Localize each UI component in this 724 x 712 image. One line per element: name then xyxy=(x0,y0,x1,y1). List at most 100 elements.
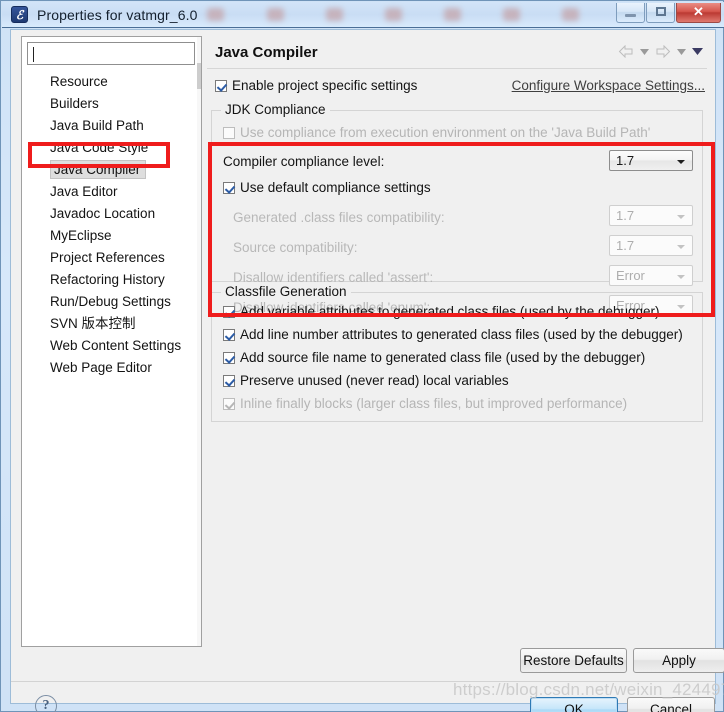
sidebar-item-web-content-settings[interactable]: Web Content Settings xyxy=(22,335,201,357)
back-dropdown-icon[interactable] xyxy=(640,48,649,55)
sidebar-item-run-debug-settings[interactable]: Run/Debug Settings xyxy=(22,291,201,313)
inline-finally-blocks-label: Inline finally blocks (larger class file… xyxy=(240,396,628,411)
sidebar-item-javadoc-location[interactable]: Javadoc Location xyxy=(22,203,201,225)
screenshot-root: ℰ Properties for vatmgr_6.0 ✕ Resource B… xyxy=(0,0,724,712)
sidebar-item-resource[interactable]: Resource xyxy=(22,71,201,93)
add-line-number-attributes-row[interactable]: Add line number attributes to generated … xyxy=(223,327,683,342)
sidebar-item-label: SVN 版本控制 xyxy=(50,316,136,331)
sidebar-item-svn[interactable]: SVN 版本控制 xyxy=(22,313,201,335)
filter-input[interactable] xyxy=(27,42,195,65)
preserve-unused-locals-label: Preserve unused (never read) local varia… xyxy=(240,373,509,388)
sidebar-item-label: Resource xyxy=(50,74,108,89)
add-line-number-attributes-checkbox[interactable] xyxy=(223,328,235,341)
use-execution-environment-label: Use compliance from execution environmen… xyxy=(240,125,651,140)
sidebar-item-label: Javadoc Location xyxy=(50,206,156,221)
inline-finally-blocks-checkbox xyxy=(223,397,235,410)
sidebar-item-label: Java Build Path xyxy=(50,118,144,133)
sidebar-item-label: Web Page Editor xyxy=(50,360,152,375)
sidebar-item-label: Project References xyxy=(50,250,165,265)
forward-dropdown-icon[interactable] xyxy=(677,48,686,55)
sidebar-item-label: Java Editor xyxy=(50,184,118,199)
disallow-assert-label: Disallow identifiers called 'assert': xyxy=(233,270,434,285)
add-source-file-name-row[interactable]: Add source file name to generated class … xyxy=(223,350,645,365)
source-compatibility-combo: 1.7 xyxy=(609,235,693,256)
cancel-button[interactable]: Cancel xyxy=(627,697,715,712)
compiler-compliance-level-value: 1.7 xyxy=(616,153,635,168)
window-frame: ℰ Properties for vatmgr_6.0 ✕ Resource B… xyxy=(0,0,724,712)
settings-tree-panel: Resource Builders Java Build Path Java C… xyxy=(21,36,202,647)
chevron-down-icon xyxy=(677,215,685,219)
add-variable-attributes-label: Add variable attributes to generated cla… xyxy=(240,304,660,319)
generated-class-compatibility-label: Generated .class files compatibility: xyxy=(233,210,445,225)
window-title: Properties for vatmgr_6.0 xyxy=(37,6,198,23)
enable-project-specific-settings-row[interactable]: Enable project specific settings xyxy=(215,78,417,93)
compiler-compliance-level-combo[interactable]: 1.7 xyxy=(609,150,693,171)
enable-project-specific-label: Enable project specific settings xyxy=(232,78,418,93)
bottom-divider xyxy=(11,681,715,682)
add-variable-attributes-row[interactable]: Add variable attributes to generated cla… xyxy=(223,304,660,319)
sidebar-item-builders[interactable]: Builders xyxy=(22,93,201,115)
generated-class-compatibility-value: 1.7 xyxy=(616,208,635,223)
add-line-number-attributes-label: Add line number attributes to generated … xyxy=(240,327,683,342)
close-button[interactable]: ✕ xyxy=(676,3,721,23)
add-variable-attributes-checkbox[interactable] xyxy=(223,305,235,318)
sidebar-item-java-editor[interactable]: Java Editor xyxy=(22,181,201,203)
page-header-divider xyxy=(207,68,707,69)
dialog-body: Resource Builders Java Build Path Java C… xyxy=(10,29,724,712)
sidebar-item-label: Run/Debug Settings xyxy=(50,294,171,309)
add-source-file-name-checkbox[interactable] xyxy=(223,351,235,364)
compiler-compliance-level-label: Compiler compliance level: xyxy=(223,154,385,169)
sidebar-item-label: Builders xyxy=(50,96,99,111)
forward-arrow-icon[interactable] xyxy=(655,45,671,58)
maximize-button[interactable] xyxy=(646,3,675,23)
restore-defaults-button[interactable]: Restore Defaults xyxy=(520,648,627,673)
sidebar-item-refactoring-history[interactable]: Refactoring History xyxy=(22,269,201,291)
ok-button[interactable]: OK xyxy=(530,697,618,712)
view-menu-chevron-icon[interactable] xyxy=(692,48,703,55)
settings-page: Java Compiler Enable project specific se… xyxy=(207,36,707,647)
classfile-generation-title: Classfile Generation xyxy=(221,284,351,299)
jdk-compliance-group: JDK Compliance Use compliance from execu… xyxy=(211,102,703,316)
chevron-down-icon xyxy=(677,160,685,164)
preserve-unused-locals-row[interactable]: Preserve unused (never read) local varia… xyxy=(223,373,509,388)
sidebar-item-java-code-style[interactable]: Java Code Style xyxy=(22,137,201,159)
generated-class-compatibility-combo: 1.7 xyxy=(609,205,693,226)
tree-scrollbar[interactable] xyxy=(197,37,201,646)
preserve-unused-locals-checkbox[interactable] xyxy=(223,374,235,387)
sidebar-item-project-references[interactable]: Project References xyxy=(22,247,201,269)
sidebar-item-java-compiler[interactable]: Java Compiler xyxy=(22,159,201,181)
enable-project-specific-checkbox[interactable] xyxy=(215,79,227,92)
window-controls: ✕ xyxy=(616,3,721,24)
chevron-down-icon xyxy=(677,245,685,249)
page-nav-icons xyxy=(618,45,703,58)
chevron-down-icon xyxy=(677,275,685,279)
apply-button[interactable]: Apply xyxy=(633,648,724,673)
tree-scrollbar-thumb[interactable] xyxy=(197,63,201,89)
source-compatibility-value: 1.7 xyxy=(616,238,635,253)
help-icon[interactable]: ? xyxy=(35,695,57,712)
use-default-compliance-row[interactable]: Use default compliance settings xyxy=(223,180,431,195)
sidebar-item-java-build-path[interactable]: Java Build Path xyxy=(22,115,201,137)
back-arrow-icon[interactable] xyxy=(618,45,634,58)
sidebar-item-myeclipse[interactable]: MyEclipse xyxy=(22,225,201,247)
sidebar-item-label: Refactoring History xyxy=(50,272,165,287)
title-bar: ℰ Properties for vatmgr_6.0 ✕ xyxy=(2,2,724,28)
use-default-compliance-checkbox[interactable] xyxy=(223,181,235,194)
add-source-file-name-label: Add source file name to generated class … xyxy=(240,350,646,365)
sidebar-item-label: Java Compiler xyxy=(50,160,147,179)
configure-workspace-settings-link[interactable]: Configure Workspace Settings... xyxy=(512,78,705,93)
settings-tree-list: Resource Builders Java Build Path Java C… xyxy=(22,71,201,379)
classfile-generation-group: Classfile Generation Add variable attrib… xyxy=(211,284,703,422)
source-compatibility-label: Source compatibility: xyxy=(233,240,358,255)
sidebar-item-web-page-editor[interactable]: Web Page Editor xyxy=(22,357,201,379)
use-execution-environment-checkbox xyxy=(223,126,235,139)
disallow-assert-combo: Error xyxy=(609,265,693,286)
sidebar-item-label: Web Content Settings xyxy=(50,338,182,353)
use-execution-environment-row: Use compliance from execution environmen… xyxy=(223,125,650,140)
titlebar-ghost-artifacts xyxy=(207,6,617,26)
inline-finally-blocks-row: Inline finally blocks (larger class file… xyxy=(223,396,627,411)
app-icon: ℰ xyxy=(11,6,28,23)
minimize-button[interactable] xyxy=(616,3,645,23)
text-caret xyxy=(33,47,34,62)
disallow-assert-value: Error xyxy=(616,268,645,283)
